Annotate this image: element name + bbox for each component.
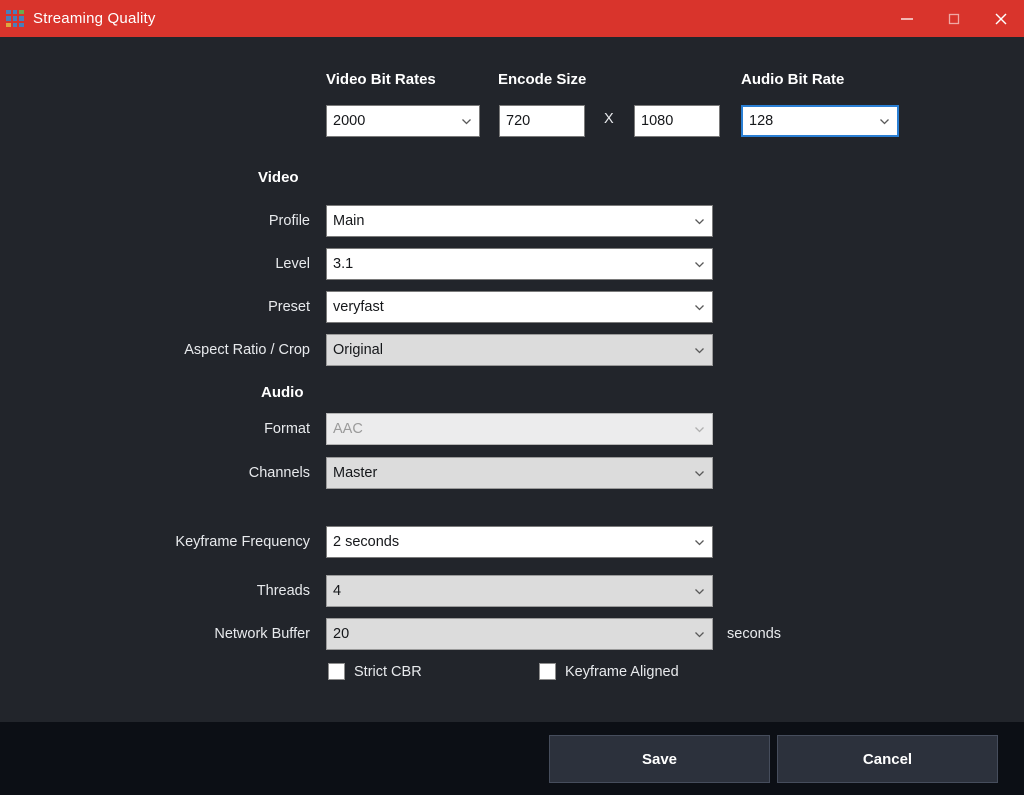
window-title: Streaming Quality: [33, 10, 156, 27]
encode-height-input[interactable]: 1080: [634, 105, 720, 137]
network-buffer-unit: seconds: [727, 626, 782, 642]
format-value: AAC: [333, 421, 363, 437]
network-buffer-value: 20: [333, 626, 350, 642]
aspect-ratio-crop-value: Original: [333, 342, 383, 358]
keyframe-aligned-checkbox[interactable]: Keyframe Aligned: [539, 663, 679, 680]
threads-select[interactable]: 4: [326, 575, 713, 607]
chevron-down-icon: [686, 344, 712, 357]
chevron-down-icon: [871, 115, 897, 128]
audio-bit-rate-label: Audio Bit Rate: [741, 71, 845, 88]
window-controls: [883, 0, 1024, 37]
preset-select[interactable]: veryfast: [326, 291, 713, 323]
checkbox-box: [328, 663, 345, 680]
app-grid-icon: [6, 9, 24, 28]
channels-select[interactable]: Master: [326, 457, 713, 489]
chevron-down-icon: [686, 258, 712, 271]
chevron-down-icon: [453, 115, 479, 128]
encode-size-separator: X: [604, 111, 614, 127]
dialog-body: Video Bit Rates Encode Size Audio Bit Ra…: [0, 37, 1024, 722]
threads-label: Threads: [256, 583, 310, 599]
minimize-icon[interactable]: [883, 0, 930, 37]
checkbox-box: [539, 663, 556, 680]
channels-label: Channels: [248, 465, 310, 481]
strict-cbr-checkbox[interactable]: Strict CBR: [328, 663, 422, 680]
level-select[interactable]: 3.1: [326, 248, 713, 280]
level-label: Level: [275, 256, 310, 272]
threads-value: 4: [333, 583, 342, 599]
strict-cbr-label: Strict CBR: [354, 663, 422, 680]
network-buffer-label: Network Buffer: [214, 626, 310, 642]
video-bit-rates-value: 2000: [333, 113, 366, 129]
encode-width-value: 720: [506, 113, 531, 129]
network-buffer-select[interactable]: 20: [326, 618, 713, 650]
dialog-footer: Save Cancel: [0, 722, 1024, 795]
chevron-down-icon: [686, 301, 712, 314]
title-bar[interactable]: Streaming Quality: [0, 0, 1024, 37]
profile-value: Main: [333, 213, 365, 229]
chevron-down-icon: [686, 536, 712, 549]
chevron-down-icon: [686, 423, 712, 436]
audio-section-heading: Audio: [261, 384, 304, 401]
video-bit-rates-label: Video Bit Rates: [326, 71, 436, 88]
maximize-icon[interactable]: [930, 0, 977, 37]
keyframe-frequency-label: Keyframe Frequency: [175, 534, 310, 550]
encode-width-input[interactable]: 720: [499, 105, 585, 137]
video-section-heading: Video: [258, 169, 299, 186]
chevron-down-icon: [686, 467, 712, 480]
channels-value: Master: [333, 465, 378, 481]
cancel-button[interactable]: Cancel: [777, 735, 998, 783]
keyframe-aligned-label: Keyframe Aligned: [565, 663, 679, 680]
preset-label: Preset: [268, 299, 310, 315]
profile-select[interactable]: Main: [326, 205, 713, 237]
encode-size-label: Encode Size: [498, 71, 587, 88]
preset-value: veryfast: [333, 299, 384, 315]
level-value: 3.1: [333, 256, 354, 272]
keyframe-frequency-value: 2 seconds: [333, 534, 400, 550]
save-button[interactable]: Save: [549, 735, 770, 783]
encode-height-value: 1080: [641, 113, 674, 129]
chevron-down-icon: [686, 628, 712, 641]
chevron-down-icon: [686, 585, 712, 598]
chevron-down-icon: [686, 215, 712, 228]
format-select: AAC: [326, 413, 713, 445]
keyframe-frequency-select[interactable]: 2 seconds: [326, 526, 713, 558]
audio-bit-rate-select[interactable]: 128: [741, 105, 899, 137]
close-icon[interactable]: [977, 0, 1024, 37]
format-label: Format: [264, 421, 310, 437]
aspect-ratio-crop-label: Aspect Ratio / Crop: [184, 342, 310, 358]
aspect-ratio-crop-select[interactable]: Original: [326, 334, 713, 366]
profile-label: Profile: [268, 213, 310, 229]
video-bit-rates-select[interactable]: 2000: [326, 105, 480, 137]
audio-bit-rate-value: 128: [749, 113, 774, 129]
